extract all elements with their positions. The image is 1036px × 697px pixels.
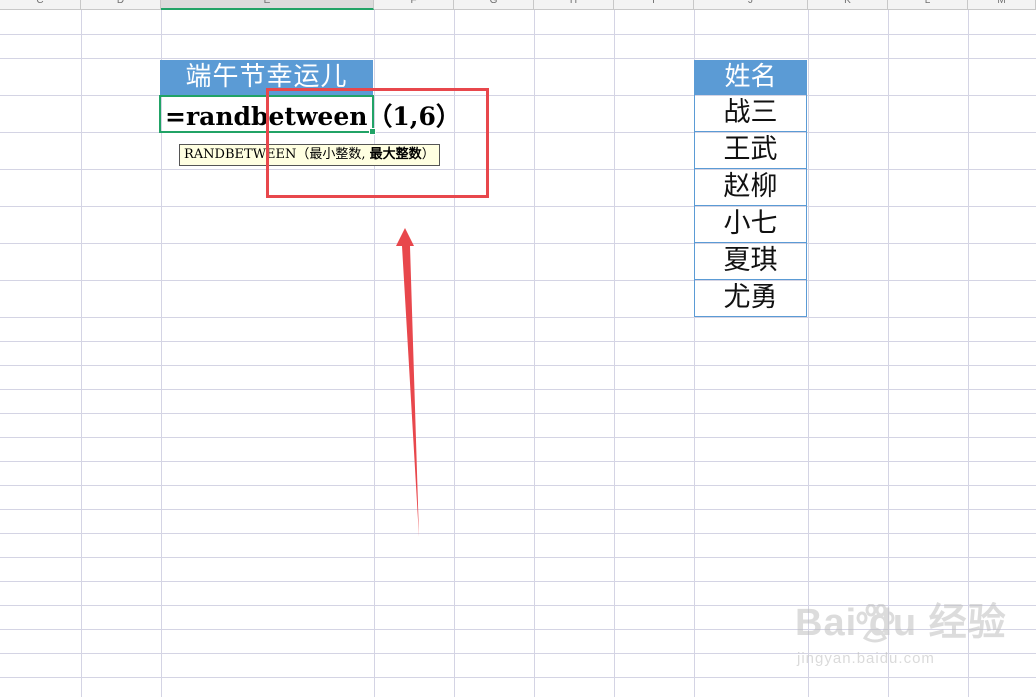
- annotation-arrow: [396, 228, 419, 537]
- spreadsheet[interactable]: C D E F G H I J K L M 端午节幸运儿 =randbetwee…: [0, 0, 1036, 697]
